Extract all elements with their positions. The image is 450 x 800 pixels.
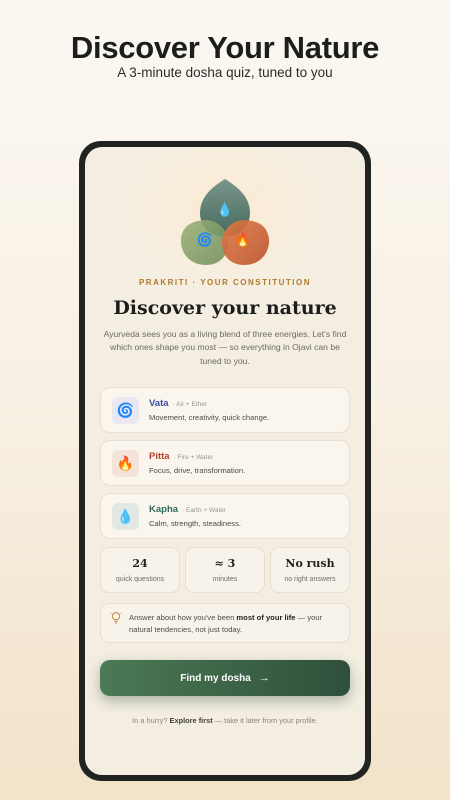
dosha-description: Calm, strength, steadiness.	[149, 519, 242, 528]
tip-emphasis: most of your life	[236, 613, 296, 622]
stat-no-rush: No rush no right answers	[270, 547, 350, 593]
stat-value: 24	[132, 557, 148, 570]
dosha-name: Vata · Air + Ether	[149, 398, 207, 409]
intro-text: Ayurveda sees you as a living blend of t…	[103, 329, 347, 366]
tip-text: Answer about how you've been most of you…	[129, 612, 344, 636]
dosha-elements: · Fire + Water	[173, 454, 214, 461]
svg-text:🔥: 🔥	[235, 232, 251, 247]
spiral-icon: 🌀	[112, 397, 139, 424]
app-screen: 💧 🌀 🔥 PRAKRITI · YOUR CONSTITUTION Disco…	[85, 147, 365, 775]
footer-suffix: — take it later from your profile.	[212, 716, 318, 725]
dosha-title: Pitta	[149, 451, 170, 462]
footer-note: In a hurry? Explore first — take it late…	[85, 716, 365, 725]
explore-first-link[interactable]: Explore first	[170, 716, 213, 725]
stat-minutes: ≈ 3 minutes	[185, 547, 265, 593]
dosha-card-vata: 🌀 Vata · Air + Ether Movement, creativity…	[100, 387, 350, 433]
dosha-logo-icon: 💧 🌀 🔥	[180, 179, 270, 265]
svg-text:💧: 💧	[217, 202, 233, 217]
phone-frame: 💧 🌀 🔥 PRAKRITI · YOUR CONSTITUTION Disco…	[79, 141, 371, 781]
dosha-card-pitta: 🔥 Pitta · Fire + Water Focus, drive, tran…	[100, 440, 350, 486]
dosha-elements: · Air + Ether	[172, 401, 208, 408]
dosha-name: Pitta · Fire + Water	[149, 451, 213, 462]
stat-value: No rush	[285, 557, 335, 570]
find-my-dosha-label: Find my dosha	[180, 672, 251, 684]
dosha-title: Kapha	[149, 504, 179, 515]
svg-text:🌀: 🌀	[197, 231, 213, 247]
dosha-description: Focus, drive, transformation.	[149, 466, 246, 475]
tip-card: Answer about how you've been most of you…	[100, 603, 350, 643]
arrow-right-icon: →	[258, 672, 270, 684]
promo-headline: Discover Your Nature	[70, 30, 380, 65]
dosha-description: Movement, creativity, quick change.	[149, 413, 270, 422]
promo-subheadline: A 3-minute dosha quiz, tuned to you	[117, 65, 333, 80]
stat-label: no right answers	[284, 576, 336, 583]
page-title: Discover your nature	[113, 297, 337, 319]
dosha-title: Vata	[149, 398, 169, 409]
section-kicker: PRAKRITI · YOUR CONSTITUTION	[138, 278, 312, 287]
droplet-icon: 💧	[112, 503, 139, 530]
footer-prefix: In a hurry?	[132, 716, 170, 725]
dosha-elements: · Earth + Water	[182, 507, 227, 514]
lightbulb-icon	[110, 612, 122, 624]
tip-prefix: Answer about how you've been	[129, 613, 237, 622]
stat-label: minutes	[212, 576, 238, 583]
find-my-dosha-button[interactable]: Find my dosha →	[100, 660, 350, 696]
dosha-card-kapha: 💧 Kapha · Earth + Water Calm, strength, s…	[100, 493, 350, 539]
stat-questions: 24 quick questions	[100, 547, 180, 593]
flame-icon: 🔥	[112, 450, 139, 477]
stat-label: quick questions	[115, 576, 165, 583]
stat-value: ≈ 3	[214, 557, 236, 570]
dosha-name: Kapha · Earth + Water	[149, 504, 226, 515]
